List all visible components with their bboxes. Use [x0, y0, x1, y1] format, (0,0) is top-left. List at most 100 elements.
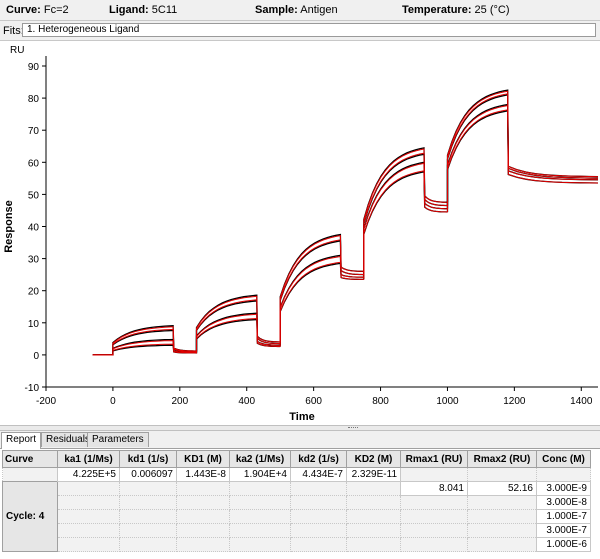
y-tick-label: -10 [25, 383, 40, 394]
fits-label: Fits: [3, 25, 24, 37]
ligand-label: Ligand: [109, 4, 149, 16]
empty-cell [57, 537, 120, 552]
measured-curve [92, 94, 599, 356]
y-tick-label: 10 [28, 319, 40, 330]
curve-value: Fc=2 [43, 4, 69, 16]
y-tick-label: 0 [33, 351, 39, 362]
cell-ka1: 4.225E+5 [57, 467, 120, 482]
tab-report[interactable]: Report [1, 432, 42, 449]
splitter-grip-icon [348, 427, 358, 430]
cell-rmax2: 52.16 [467, 481, 537, 496]
col-header-kd2[interactable]: kd2 (1/s) [290, 450, 347, 468]
cell-kd2-m: 2.329E-11 [346, 467, 401, 482]
empty-cell [400, 509, 468, 524]
table-row: Cycle: 4 8.041 52.16 3.000E-9 [2, 481, 591, 552]
empty-cell [346, 523, 401, 538]
table-header-row: Curve ka1 (1/Ms) kd1 (1/s) KD1 (M) ka2 (… [2, 450, 591, 468]
sensorgram-chart: -10 0 10 20 30 40 50 60 70 80 90 -200 0 200 400 600 800 1… [3, 45, 599, 423]
empty-cell [346, 495, 401, 510]
empty-cell [400, 495, 468, 510]
empty-cell [57, 481, 120, 496]
curve-label: Curve: [6, 4, 41, 16]
fits-bar: Fits: 1. Heterogeneous Ligand [0, 21, 600, 41]
report-table-container: Curve ka1 (1/Ms) kd1 (1/s) KD1 (M) ka2 (… [2, 450, 600, 559]
x-tick-label: 1400 [570, 396, 593, 407]
fits-select[interactable]: 1. Heterogeneous Ligand [22, 23, 596, 37]
col-header-rmax2[interactable]: Rmax2 (RU) [467, 450, 537, 468]
empty-cell [290, 481, 347, 496]
fitted-curve [92, 109, 599, 356]
empty-cell [467, 523, 537, 538]
x-tick-label: 600 [305, 396, 322, 407]
col-header-ka1[interactable]: ka1 (1/Ms) [57, 450, 120, 468]
measured-curve [92, 103, 599, 356]
tab-parameters[interactable]: Parameters [87, 432, 149, 447]
sample-value: Antigen [300, 4, 338, 16]
table-row: 1.000E-6 [3, 537, 591, 552]
cell-global-curve [2, 467, 58, 482]
y-tick-label: 70 [28, 126, 40, 137]
col-header-curve[interactable]: Curve [2, 450, 58, 468]
empty-cell [57, 495, 120, 510]
y-tick-label: 80 [28, 94, 40, 105]
empty-cell [119, 481, 177, 496]
sensorgram-plot[interactable]: -10 0 10 20 30 40 50 60 70 80 90 -200 0 200 400 600 800 1… [0, 41, 600, 425]
empty-cell [57, 509, 120, 524]
y-tick-label: 30 [28, 255, 40, 266]
empty-cell [346, 481, 401, 496]
cell-rmax1: 8.041 [400, 481, 468, 496]
col-header-rmax1[interactable]: Rmax1 (RU) [400, 450, 468, 468]
y-tick-label: 40 [28, 223, 40, 234]
table-row: 3.000E-7 [3, 523, 591, 538]
col-header-kd1[interactable]: kd1 (1/s) [119, 450, 177, 468]
x-tick-label: 800 [372, 396, 389, 407]
empty-cell [290, 537, 347, 552]
col-header-conc[interactable]: Conc (M) [536, 450, 591, 468]
cell-conc: 3.000E-7 [536, 523, 591, 538]
empty-cell [119, 495, 177, 510]
col-header-kd2-m[interactable]: KD2 (M) [346, 450, 401, 468]
empty-cell [176, 495, 230, 510]
empty-cell [229, 481, 291, 496]
x-tick-label: 1200 [503, 396, 526, 407]
cell-ka2: 1.904E+4 [229, 467, 291, 482]
empty-cell [467, 495, 537, 510]
empty-cell [229, 537, 291, 552]
global-fit-row: 4.225E+5 0.006097 1.443E-8 1.904E+4 4.43… [2, 467, 591, 482]
x-tick-label: -200 [36, 396, 56, 407]
x-tick-label: 200 [171, 396, 188, 407]
curve-info-header: Curve: Fc=2 Ligand: 5C11 Sample: Antigen… [0, 0, 600, 21]
col-header-ka2[interactable]: ka2 (1/Ms) [229, 450, 291, 468]
empty-cell [57, 523, 120, 538]
curve-field: Curve: Fc=2 [6, 4, 69, 16]
y-axis-title: Response [3, 200, 15, 253]
empty-cell [346, 509, 401, 524]
table-row: 3.000E-8 [3, 495, 591, 510]
fitted-curve [92, 104, 599, 356]
cell-global-conc [536, 467, 591, 482]
empty-cell [229, 495, 291, 510]
empty-cell [400, 523, 468, 538]
x-tick-label: 0 [110, 396, 116, 407]
empty-cell [119, 537, 177, 552]
fitted-curve [92, 93, 599, 356]
empty-cell [176, 481, 230, 496]
col-header-kd1-m[interactable]: KD1 (M) [176, 450, 230, 468]
tab-bar: Report Residuals Parameters [0, 431, 600, 449]
cell-kd1: 0.006097 [119, 467, 177, 482]
temperature-label: Temperature: [402, 4, 472, 16]
empty-cell [229, 509, 291, 524]
empty-cell [290, 509, 347, 524]
empty-cell [229, 523, 291, 538]
y-unit-label: RU [10, 45, 24, 56]
measured-curve [92, 89, 599, 356]
empty-cell [290, 523, 347, 538]
empty-cell [176, 509, 230, 524]
sample-field: Sample: Antigen [255, 4, 338, 16]
x-tick-label: 400 [238, 396, 255, 407]
empty-cell [346, 537, 401, 552]
x-tick-label: 1000 [436, 396, 459, 407]
empty-cell [290, 495, 347, 510]
temperature-field: Temperature: 25 (°C) [402, 4, 510, 16]
sample-label: Sample: [255, 4, 298, 16]
